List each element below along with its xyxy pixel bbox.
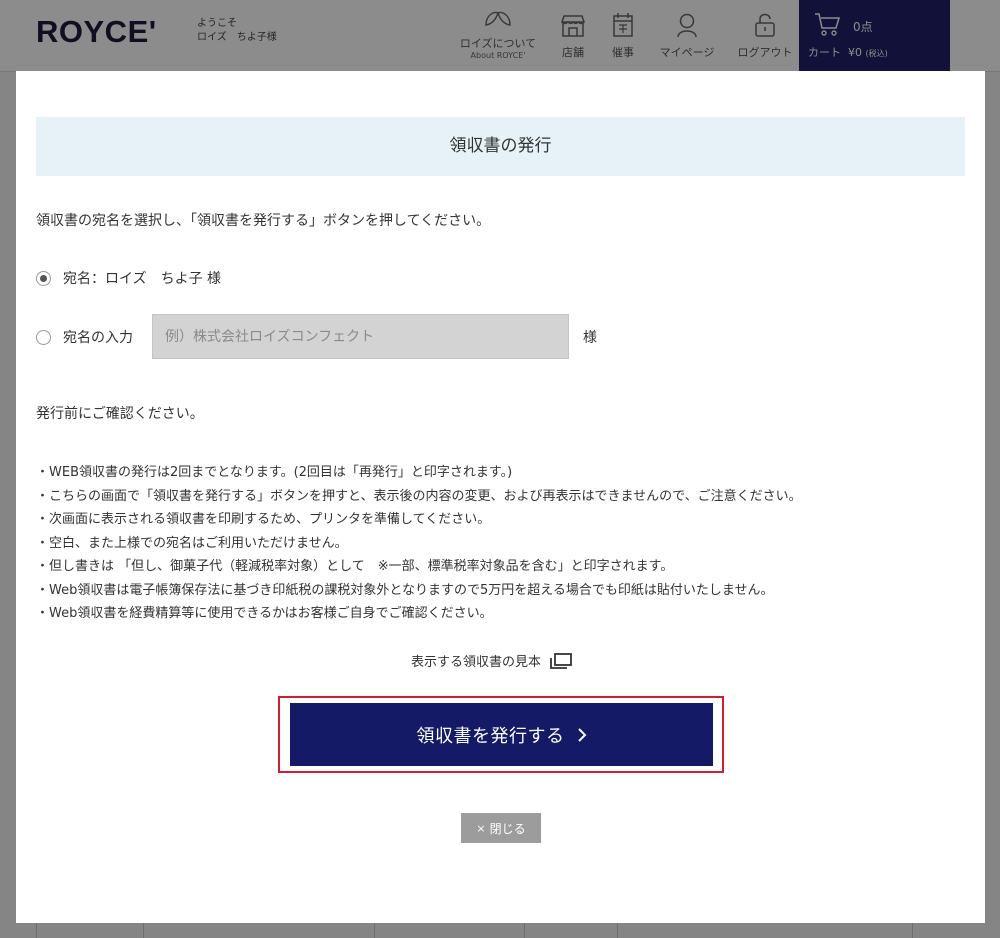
note-item: ・空白、また上様での宛名はご利用いただけません。: [36, 535, 348, 551]
confirm-heading: 発行前にご確認ください。: [36, 406, 204, 422]
note-item: ・WEB領収書の発行は2回までとなります。(2回目は「再発行」と印字されます。): [36, 465, 513, 480]
close-label: 閉じる: [489, 821, 526, 836]
sample-receipt-label: 表示する領収書の見本: [411, 655, 542, 670]
addressee-name-input[interactable]: [152, 314, 569, 359]
honorific-label: 様: [583, 330, 597, 346]
instruction-text: 領収書の宛名を選択し、「領収書を発行する」ボタンを押してください。: [36, 213, 491, 229]
close-icon: ×: [476, 821, 486, 835]
note-item: ・但し書きは 「但し、御菓子代（軽減税率対象）として ※一部、標準税率対象品を含…: [36, 559, 674, 574]
note-item: ・こちらの画面で「領収書を発行する」ボタンを押すと、表示後の内容の変更、および再…: [36, 488, 802, 504]
note-item: ・Web領収書を経費精算等に使用できるかはお客様ご自身でご確認ください。: [36, 606, 493, 621]
issue-receipt-label: 領収書を発行する: [416, 725, 565, 747]
sample-receipt-link[interactable]: 表示する領収書の見本: [411, 651, 572, 670]
addressee-custom-option[interactable]: 宛名の入力: [36, 327, 133, 347]
receipt-modal: 領収書の発行 領収書の宛名を選択し、「領収書を発行する」ボタンを押してください。…: [16, 71, 985, 923]
note-item: ・次画面に表示される領収書を印刷するため、プリンタを準備してください。: [36, 512, 491, 527]
addressee-default-option[interactable]: 宛名：ロイズ ちよ子 様: [36, 268, 221, 288]
close-button[interactable]: × 閉じる: [461, 813, 541, 843]
new-window-icon: [550, 652, 572, 669]
addressee-custom-radio[interactable]: [36, 329, 51, 345]
issue-receipt-button[interactable]: 領収書を発行する: [290, 703, 713, 766]
modal-title: 領収書の発行: [36, 117, 965, 176]
chevron-right-icon: [577, 727, 586, 742]
addressee-custom-label: 宛名の入力: [63, 330, 133, 346]
note-item: ・Web領収書は電子帳簿保存法に基づき印紙税の課税対象外となりますので5万円を超…: [36, 582, 774, 598]
addressee-default-radio[interactable]: [36, 270, 51, 286]
addressee-default-label: 宛名：ロイズ ちよ子 様: [63, 271, 222, 287]
notes-list: ・WEB領収書の発行は2回までとなります。(2回目は「再発行」と印字されます。)…: [36, 461, 802, 626]
